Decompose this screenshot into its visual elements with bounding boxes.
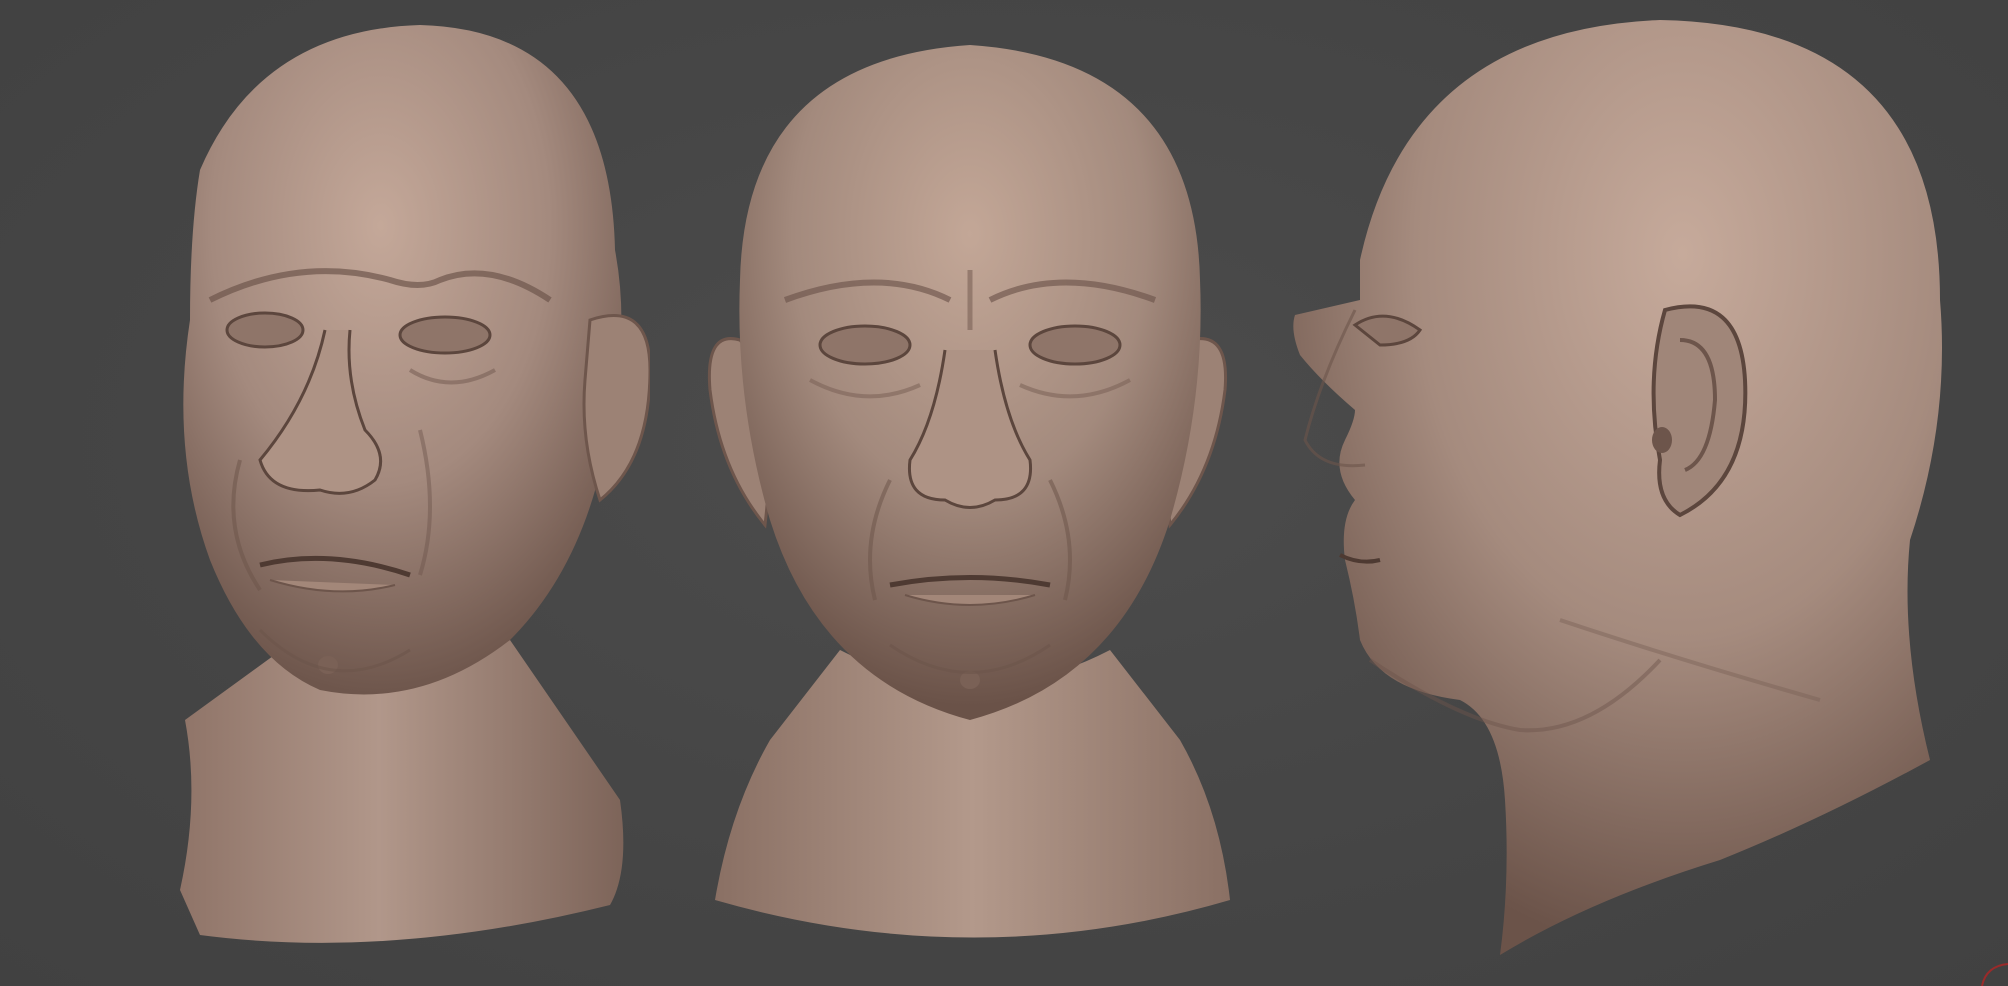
head-render-profile <box>1293 20 1942 955</box>
head-render-three-quarter <box>180 25 650 943</box>
view-gizmo-icon[interactable] <box>1978 960 2008 986</box>
head-render-front <box>707 45 1230 938</box>
sculpt-viewport[interactable] <box>0 0 2008 986</box>
